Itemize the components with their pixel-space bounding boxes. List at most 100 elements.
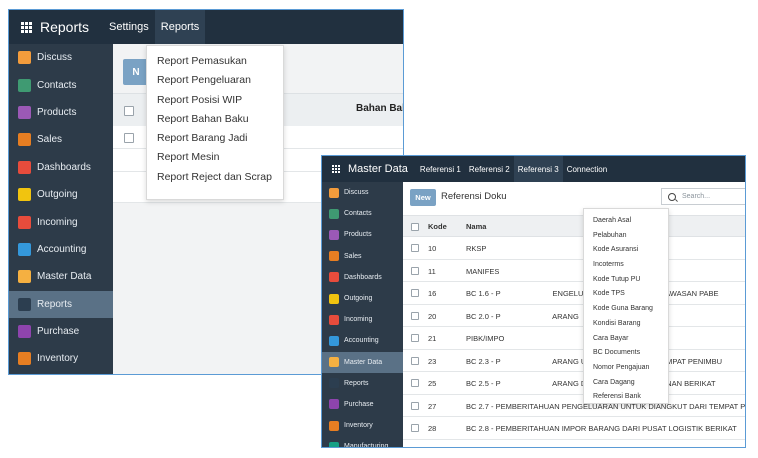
dropdown-item-incoterms[interactable]: Incoterms	[584, 258, 668, 273]
row-checkbox[interactable]	[411, 266, 419, 275]
table-row[interactable]: 28 BC 2.8 - PEMBERITAHUAN IMPOR BARANG DA…	[403, 417, 745, 440]
breadcrumb: Referensi Doku	[441, 191, 507, 202]
menu-settings[interactable]: Settings	[103, 10, 155, 44]
table-row[interactable]: 21 PIBK/IMPO	[403, 327, 745, 350]
sidebar-item-sales[interactable]: Sales	[322, 246, 403, 267]
sidebar-item-label: Incoming	[37, 216, 78, 228]
sidebar-item-accounting[interactable]: Accounting	[9, 236, 113, 263]
dropdown-item-kode-tutup-pu[interactable]: Kode Tutup PU	[584, 273, 668, 288]
table-row[interactable]: 16BC 1.6 - P ENGELUARAN BARANG DARI KAWA…	[403, 282, 745, 305]
apps-grid-icon[interactable]	[21, 21, 32, 33]
cell-nama: MANIFES	[466, 266, 500, 276]
accounting-icon	[329, 335, 339, 346]
table-row[interactable]: 25BC 2.5 - P ARANG DARI TEMPAT PENIMBUNA…	[403, 372, 745, 395]
dropdown-item-nomor-pengajuan[interactable]: Nomor Pengajuan	[584, 361, 668, 376]
incoming-icon	[18, 215, 31, 229]
sidebar-item-outgoing[interactable]: Outgoing	[9, 181, 113, 208]
row-checkbox[interactable]	[124, 133, 134, 143]
row-checkbox[interactable]	[411, 244, 419, 252]
sidebar-item-label: Master Data	[37, 271, 92, 283]
sidebar-item-reports[interactable]: Reports	[9, 290, 113, 318]
sidebar-item-master-data[interactable]: Master Data	[9, 263, 113, 290]
select-all-checkbox[interactable]	[124, 106, 134, 116]
dropdown-item-report-bahan-baku[interactable]: Report Bahan Baku	[147, 110, 283, 129]
sidebar-item-manufacturing[interactable]: Manufacturing	[322, 436, 403, 447]
dropdown-item-referensi-bank[interactable]: Referensi Bank	[584, 390, 668, 405]
sidebar-item-reports[interactable]: Reports	[322, 373, 403, 394]
dropdown-item-report-reject-scrap[interactable]: Report Reject dan Scrap	[147, 168, 283, 187]
row-checkbox[interactable]	[411, 379, 419, 387]
dropdown-item-report-barang-jadi[interactable]: Report Barang Jadi	[147, 129, 283, 148]
dropdown-item-kondisi-barang[interactable]: Kondisi Barang	[584, 317, 668, 332]
dropdown-item-kode-tps[interactable]: Kode TPS	[584, 287, 668, 302]
search-input[interactable]: Search...	[661, 188, 745, 205]
sidebar-item-incoming[interactable]: Incoming	[322, 309, 403, 330]
dropdown-item-cara-dagang[interactable]: Cara Dagang	[584, 376, 668, 391]
row-checkbox[interactable]	[411, 446, 419, 447]
dropdown-item-cara-bayar[interactable]: Cara Bayar	[584, 332, 668, 347]
new-button[interactable]: New	[410, 189, 436, 206]
sidebar-item-dashboards[interactable]: Dashboards	[322, 267, 403, 288]
menu-connection[interactable]: Connection	[563, 156, 611, 182]
sidebar-item-discuss[interactable]: Discuss	[322, 182, 403, 203]
menu-referensi-2[interactable]: Referensi 2	[465, 156, 514, 182]
dropdown-item-report-pengeluaran[interactable]: Report Pengeluaran	[147, 71, 283, 90]
select-all-checkbox[interactable]	[411, 223, 419, 231]
sidebar-item-label: Reports	[344, 379, 369, 387]
row-checkbox[interactable]	[411, 401, 419, 410]
dropdown-item-bc-documents[interactable]: BC Documents	[584, 346, 668, 361]
menu-referensi-1[interactable]: Referensi 1	[416, 156, 465, 182]
cell-nama: BC 2.8 - PEMBERITAHUAN IMPOR BARANG DARI…	[466, 424, 737, 433]
cell-kode: 16	[428, 289, 437, 298]
row-checkbox[interactable]	[411, 311, 419, 320]
app-sidebar: Discuss Contacts Products Sales Dashboards Ou…	[322, 182, 403, 447]
cell-kode: 27	[428, 401, 437, 411]
dropdown-item-kode-asuransi[interactable]: Kode Asuransi	[584, 243, 668, 258]
dropdown-item-daerah-asal[interactable]: Daerah Asal	[584, 214, 668, 229]
row-checkbox[interactable]	[411, 289, 419, 297]
sidebar-item-inventory[interactable]: Inventory	[322, 415, 403, 436]
row-checkbox[interactable]	[411, 334, 419, 342]
sidebar-item-inventory[interactable]: Inventory	[9, 345, 113, 372]
accounting-icon	[18, 242, 31, 256]
menu-referensi-3[interactable]: Referensi 3	[513, 156, 563, 182]
table-row[interactable]: 27 BC 2.7 - PEMBERITAHUAN PENGELUARAN UNT…	[403, 394, 745, 417]
column-header-bahan-baku[interactable]: Bahan Bak	[356, 103, 403, 114]
table-row[interactable]: 20 BC 2.0 - P ARANG	[403, 304, 745, 327]
sidebar-item-dashboards[interactable]: Dashboards	[9, 154, 113, 181]
sidebar-item-contacts[interactable]: Contacts	[322, 203, 403, 224]
dropdown-item-report-posisi-wip[interactable]: Report Posisi WIP	[147, 91, 283, 110]
table-row[interactable]: 10 RKSP	[403, 237, 745, 260]
table-row[interactable]: 23BC 2.3 - P ARANG UNTUK DITIMBUN DI TEM…	[403, 349, 745, 372]
app-title: Master Data	[348, 163, 408, 175]
cell-nama: PIBK/IMPO	[466, 334, 505, 343]
apps-grid-icon[interactable]	[332, 165, 340, 173]
sidebar-item-discuss[interactable]: Discuss	[9, 44, 113, 71]
sidebar-item-incoming[interactable]: Incoming	[9, 208, 113, 235]
sidebar-item-purchase[interactable]: Purchase	[9, 318, 113, 345]
sidebar-item-products[interactable]: Products	[9, 99, 113, 126]
dropdown-item-report-pemasukan[interactable]: Report Pemasukan	[147, 52, 283, 71]
sidebar-item-sales[interactable]: Sales	[9, 126, 113, 153]
sidebar-item-purchase[interactable]: Purchase	[322, 394, 403, 415]
table-row[interactable]: 11 MANIFES	[403, 259, 745, 282]
menu-reports[interactable]: Reports	[154, 10, 206, 44]
search-placeholder: Search...	[682, 193, 711, 200]
row-checkbox[interactable]	[411, 356, 419, 365]
sidebar-item-label: Contacts	[344, 210, 372, 218]
sidebar-item-master-data[interactable]: Master Data	[322, 351, 403, 373]
sidebar-item-outgoing[interactable]: Outgoing	[322, 288, 403, 309]
row-checkbox[interactable]	[411, 424, 419, 432]
sidebar-item-contacts[interactable]: Contacts	[9, 71, 113, 98]
dashboards-icon	[18, 160, 31, 174]
dropdown-item-report-mesin[interactable]: Report Mesin	[147, 148, 283, 167]
column-header-nama[interactable]: Nama	[466, 222, 486, 231]
column-header-kode[interactable]: Kode	[428, 222, 447, 231]
cell-kode: 21	[428, 334, 437, 343]
table-row[interactable]: 30 BC 3.0 - PEMBERITAHUAN EKSPOR BARANG	[403, 439, 745, 447]
sidebar-item-label: Products	[344, 231, 372, 239]
dropdown-item-kode-guna-barang[interactable]: Kode Guna Barang	[584, 302, 668, 317]
sidebar-item-products[interactable]: Products	[322, 224, 403, 245]
dropdown-item-pelabuhan[interactable]: Pelabuhan	[584, 229, 668, 244]
sidebar-item-accounting[interactable]: Accounting	[322, 330, 403, 351]
